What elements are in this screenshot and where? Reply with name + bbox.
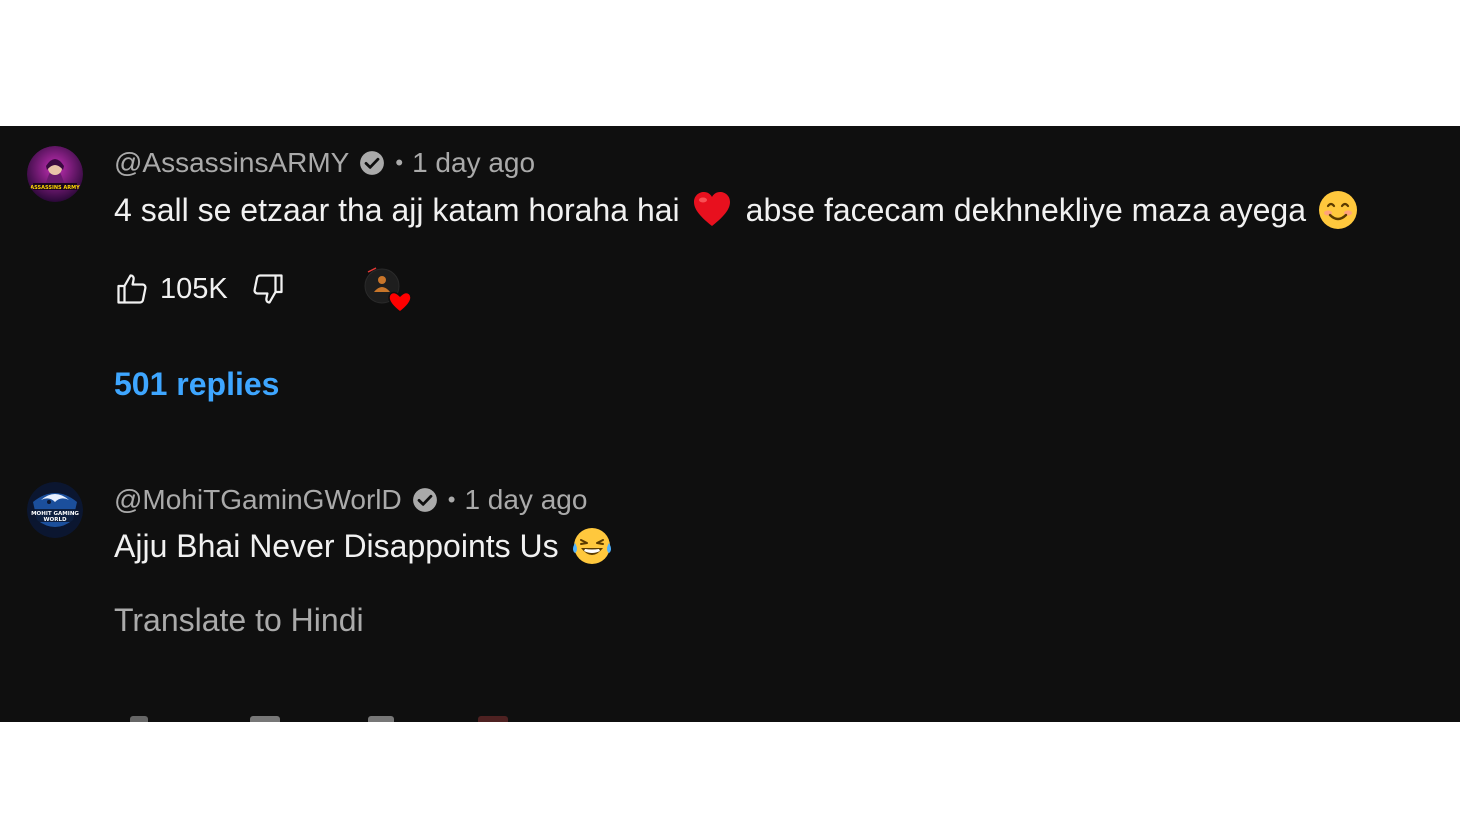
comment-timestamp[interactable]: 1 day ago	[412, 147, 535, 179]
comment-1-text: 4 sall se etzaar tha ajj katam horaha ha…	[114, 188, 1358, 232]
author-handle[interactable]: @MohiTGaminGWorlD	[114, 484, 402, 516]
verified-badge-icon	[412, 488, 437, 512]
heart-emoji	[693, 192, 730, 226]
avatar-assassinsarmy[interactable]: ASSASSINS ARMY	[27, 146, 83, 202]
thumbs-up-icon	[117, 274, 147, 304]
creator-heart-icon	[388, 291, 412, 313]
separator-dot: •	[447, 487, 456, 512]
svg-text:WORLD: WORLD	[43, 517, 66, 523]
clipped-like-icon	[130, 716, 148, 722]
tears-of-joy-emoji	[572, 528, 611, 564]
comment-1-actions: 105K	[114, 269, 286, 309]
svg-text:ASSASSINS ARMY: ASSASSINS ARMY	[30, 185, 80, 191]
dislike-button[interactable]	[250, 271, 286, 307]
view-replies-link[interactable]: 501 replies	[114, 366, 279, 403]
separator-dot: •	[395, 150, 404, 175]
creator-heart[interactable]	[362, 266, 414, 314]
translate-link[interactable]: Translate to Hindi	[114, 602, 364, 639]
verified-badge-icon	[360, 151, 385, 175]
comment-2-meta: @MohiTGaminGWorlD • 1 day ago	[114, 480, 587, 520]
clipped-reply-icon	[368, 716, 394, 722]
comment-body-tail: abse facecam dekhnekliye maza ayega	[745, 191, 1306, 228]
clipped-dislike-icon	[250, 716, 280, 722]
author-handle[interactable]: @AssassinsARMY	[114, 147, 349, 179]
comments-panel: ASSASSINS ARMY @AssassinsARMY • 1 day ag…	[0, 126, 1460, 722]
comment-body: 4 sall se etzaar tha ajj katam horaha ha…	[114, 191, 680, 228]
clipped-creator-avatar	[478, 716, 508, 722]
comment-1-meta: @AssassinsARMY • 1 day ago	[114, 143, 535, 183]
comment-timestamp[interactable]: 1 day ago	[464, 484, 587, 516]
comment-2-text: Ajju Bhai Never Disappoints Us	[114, 524, 613, 568]
thumbs-down-icon	[253, 274, 283, 304]
avatar-mohitgamingworld[interactable]: MOHIT GAMING WORLD	[27, 482, 83, 538]
like-count: 105K	[160, 272, 228, 305]
comment-body: Ajju Bhai Never Disappoints Us	[114, 527, 559, 564]
smiling-face-emoji	[1318, 191, 1357, 229]
like-button[interactable]	[114, 271, 150, 307]
